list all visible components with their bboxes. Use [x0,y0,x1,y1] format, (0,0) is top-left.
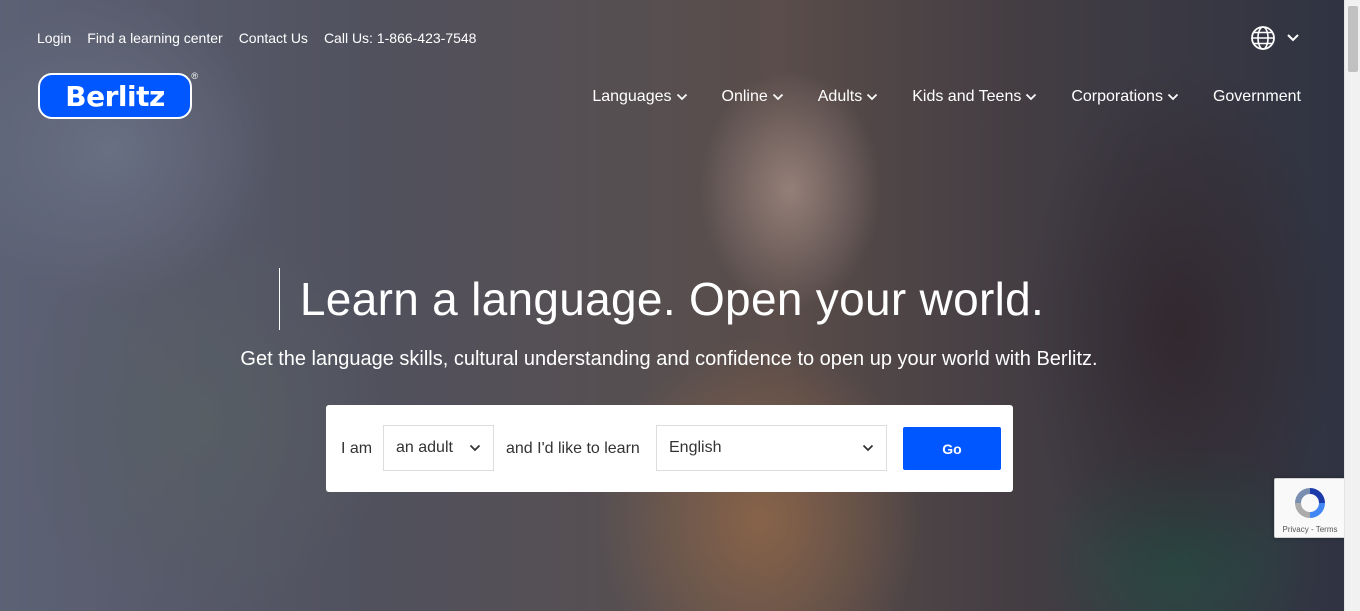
go-button[interactable]: Go [903,427,1001,470]
hero-subtitle: Get the language skills, cultural unders… [240,348,1098,370]
recaptcha-badge[interactable]: Privacy - Terms [1274,478,1346,538]
audience-select[interactable]: an adult [383,425,494,471]
language-selector[interactable] [1250,25,1300,51]
chevron-down-icon [867,93,878,101]
chevron-down-icon [772,93,783,101]
chevron-down-icon [862,444,874,452]
nav-label: Online [721,88,768,105]
main-nav: Languages Online Adults Kids and Teens C… [558,88,1301,106]
language-value: English [669,439,722,456]
chevron-down-icon [1287,34,1299,42]
page-scrollbar[interactable] [1344,0,1360,611]
hero-title: Learn a language. Open your world. [299,273,1045,325]
course-finder-form: I am an adult and I'd like to learn Engl… [326,405,1013,492]
nav-kids-and-teens[interactable]: Kids and Teens [912,88,1037,106]
nav-online[interactable]: Online [722,88,784,106]
chevron-down-icon [1167,93,1179,101]
learn-label: and I'd like to learn [506,440,640,457]
nav-languages[interactable]: Languages [592,88,687,106]
nav-adults[interactable]: Adults [818,88,878,106]
registered-mark: ® [191,71,198,81]
logo-text: Berlitz [65,79,165,113]
nav-label: Adults [817,88,863,105]
scroll-thumb[interactable] [1348,6,1358,72]
audience-value: an adult [396,439,453,456]
find-learning-center-link[interactable]: Find a learning center [87,30,222,46]
i-am-label: I am [341,440,373,457]
nav-label: Languages [592,88,672,105]
nav-corporations[interactable]: Corporations [1071,88,1179,106]
nav-government[interactable]: Government [1213,88,1301,106]
globe-icon [1251,26,1275,50]
chevron-down-icon [469,444,481,452]
berlitz-logo[interactable]: Berlitz ® [38,71,198,119]
nav-label: Kids and Teens [912,88,1022,105]
nav-label: Corporations [1071,88,1163,105]
login-link[interactable]: Login [37,30,71,46]
phone-link[interactable]: Call Us: 1-866-423-7548 [324,30,477,46]
recaptcha-icon [1295,488,1325,518]
utility-nav: Login Find a learning center Contact Us … [37,30,492,46]
contact-us-link[interactable]: Contact Us [239,30,308,46]
chevron-down-icon [1026,93,1037,101]
recaptcha-text[interactable]: Privacy - Terms [1275,525,1345,534]
language-select[interactable]: English [656,425,887,471]
chevron-down-icon [676,93,687,101]
nav-label: Government [1212,88,1301,105]
